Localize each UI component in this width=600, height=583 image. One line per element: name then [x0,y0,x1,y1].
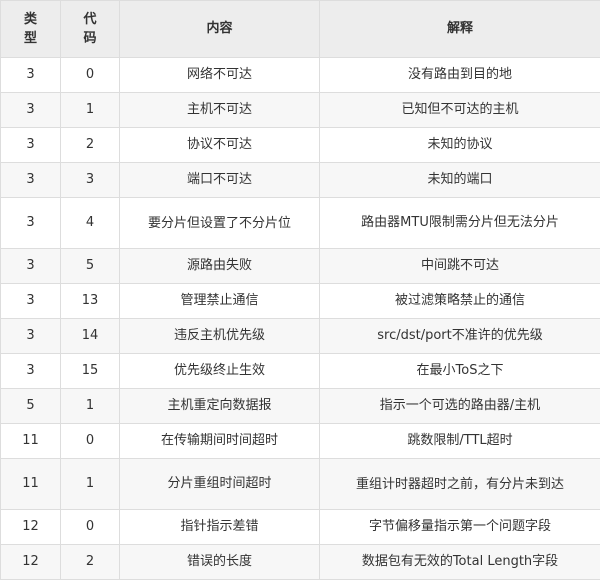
table-row: 11 0 在传输期间时间超时 跳数限制/TTL超时 [0,423,600,459]
cell-type: 5 [0,388,61,424]
cell-code: 14 [60,318,120,354]
header-content: 内容 [119,0,320,58]
cell-content: 协议不可达 [119,127,320,163]
cell-type: 12 [0,509,61,545]
cell-description: 已知但不可达的主机 [319,92,600,128]
cell-code: 4 [60,197,120,249]
cell-code: 1 [60,388,120,424]
table-row: 3 3 端口不可达 未知的端口 [0,162,600,198]
cell-content: 主机不可达 [119,92,320,128]
cell-description: 重组计时器超时之前，有分片未到达 [319,458,600,510]
header-type-label: 类型 [23,11,37,46]
cell-content: 指针指示差错 [119,509,320,545]
table-header: 类型 代码 内容 解释 [0,0,600,58]
cell-type: 3 [0,162,61,198]
cell-description: 在最小ToS之下 [319,353,600,389]
cell-code: 1 [60,458,120,510]
cell-type: 3 [0,92,61,128]
table-row: 12 0 指针指示差错 字节偏移量指示第一个问题字段 [0,509,600,545]
cell-content: 违反主机优先级 [119,318,320,354]
table-row: 3 5 源路由失败 中间跳不可达 [0,248,600,284]
cell-code: 13 [60,283,120,319]
table-row: 3 0 网络不可达 没有路由到目的地 [0,57,600,93]
cell-code: 1 [60,92,120,128]
table-row: 3 14 违反主机优先级 src/dst/port不准许的优先级 [0,318,600,354]
cell-content: 错误的长度 [119,544,320,580]
cell-description: 未知的协议 [319,127,600,163]
cell-type: 3 [0,127,61,163]
header-description: 解释 [319,0,600,58]
cell-content-text: 要分片但设置了不分片位 [147,215,291,231]
cell-code: 2 [60,127,120,163]
header-code: 代码 [60,0,120,58]
table-body: 3 0 网络不可达 没有路由到目的地 3 1 主机不可达 已知但不可达的主机 3… [0,57,600,580]
cell-type: 3 [0,57,61,93]
table-row: 3 13 管理禁止通信 被过滤策略禁止的通信 [0,283,600,319]
cell-type: 3 [0,248,61,284]
cell-type: 3 [0,318,61,354]
cell-description: 指示一个可选的路由器/主机 [319,388,600,424]
cell-content: 端口不可达 [119,162,320,198]
cell-content: 源路由失败 [119,248,320,284]
cell-content: 分片重组时间超时 [119,458,320,510]
cell-content: 在传输期间时间超时 [119,423,320,459]
table-row: 3 4 要分片但设置了不分片位 路由器MTU限制需分片但无法分片 [0,197,600,249]
cell-content: 主机重定向数据报 [119,388,320,424]
cell-type: 11 [0,458,61,510]
cell-code: 5 [60,248,120,284]
table-row: 3 1 主机不可达 已知但不可达的主机 [0,92,600,128]
cell-code: 15 [60,353,120,389]
cell-code: 2 [60,544,120,580]
header-code-label: 代码 [83,11,97,46]
icmp-error-code-table: 类型 代码 内容 解释 3 0 网络不可达 没有路由到目的地 3 1 主机不可达… [0,0,600,580]
table-row: 11 1 分片重组时间超时 重组计时器超时之前，有分片未到达 [0,458,600,510]
table-row: 12 2 错误的长度 数据包有无效的Total Length字段 [0,544,600,580]
header-row: 类型 代码 内容 解释 [0,0,600,58]
header-type: 类型 [0,0,61,58]
cell-type: 12 [0,544,61,580]
cell-content: 要分片但设置了不分片位 [119,197,320,249]
cell-description: 跳数限制/TTL超时 [319,423,600,459]
table-row: 3 2 协议不可达 未知的协议 [0,127,600,163]
cell-type: 3 [0,283,61,319]
cell-code: 3 [60,162,120,198]
cell-content: 管理禁止通信 [119,283,320,319]
cell-description: 数据包有无效的Total Length字段 [319,544,600,580]
cell-description: 未知的端口 [319,162,600,198]
cell-type: 11 [0,423,61,459]
cell-description: 字节偏移量指示第一个问题字段 [319,509,600,545]
cell-code: 0 [60,57,120,93]
cell-description: src/dst/port不准许的优先级 [319,318,600,354]
cell-description-text: 重组计时器超时之前，有分片未到达 [355,476,564,492]
cell-content: 网络不可达 [119,57,320,93]
cell-description: 中间跳不可达 [319,248,600,284]
cell-description: 没有路由到目的地 [319,57,600,93]
cell-code: 0 [60,509,120,545]
table-row: 5 1 主机重定向数据报 指示一个可选的路由器/主机 [0,388,600,424]
cell-type: 3 [0,353,61,389]
cell-type: 3 [0,197,61,249]
cell-description: 被过滤策略禁止的通信 [319,283,600,319]
cell-content: 优先级终止生效 [119,353,320,389]
cell-description: 路由器MTU限制需分片但无法分片 [319,197,600,249]
table-row: 3 15 优先级终止生效 在最小ToS之下 [0,353,600,389]
cell-code: 0 [60,423,120,459]
